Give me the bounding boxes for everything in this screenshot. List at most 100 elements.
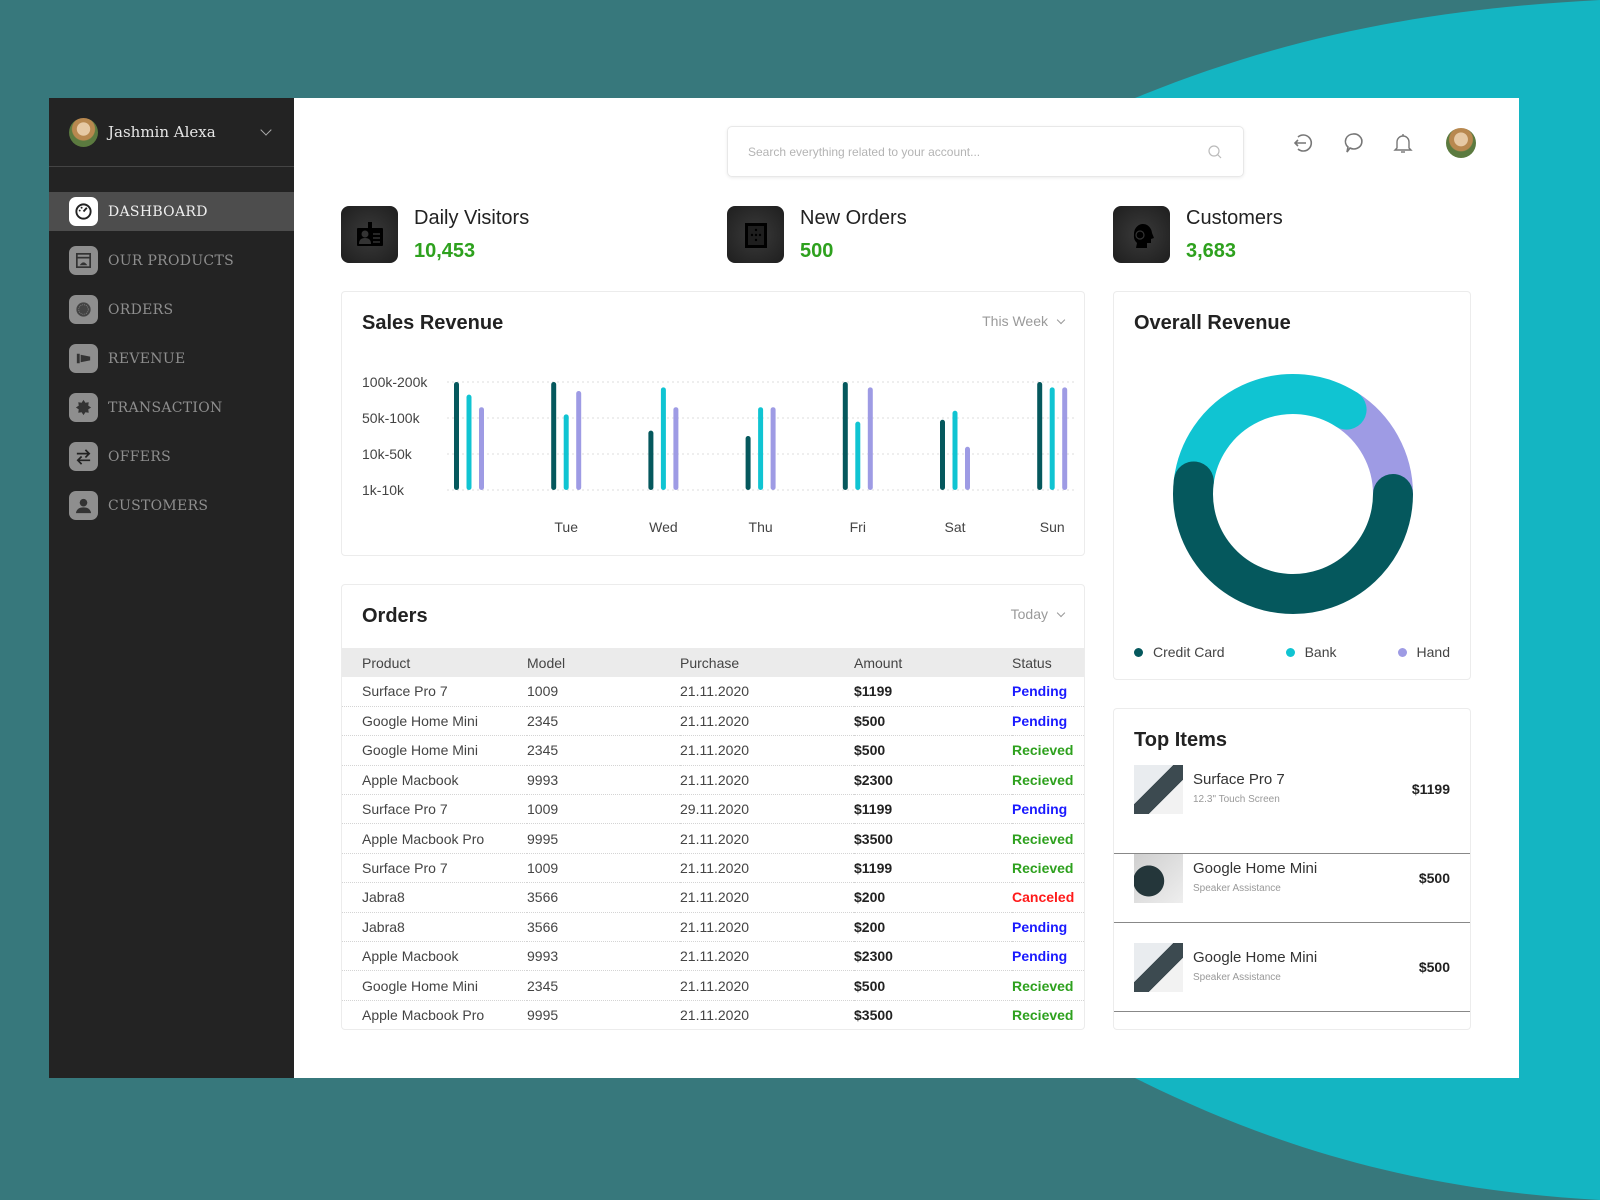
cell-amount: $1199: [854, 794, 1012, 825]
user-avatar[interactable]: [1446, 128, 1476, 158]
column-header-product[interactable]: Product: [342, 648, 527, 677]
cell-status: Recieved: [1012, 853, 1084, 884]
bar-bank[interactable]: [563, 414, 569, 490]
search-input[interactable]: [748, 144, 1207, 159]
cell-model: 9995: [527, 1000, 680, 1029]
sidebar-item-our-products[interactable]: OUR PRODUCTS: [49, 241, 294, 280]
table-row[interactable]: Surface Pro 7 1009 21.11.2020 $1199 Recieved: [342, 853, 1084, 884]
cell-model: 9993: [527, 765, 680, 796]
cell-purchase: 21.11.2020: [680, 823, 854, 854]
revenue-icon: [69, 344, 98, 373]
stat-value: 10,453: [414, 239, 476, 262]
cell-product: Apple Macbook Pro: [342, 823, 527, 854]
cell-model: 3566: [527, 882, 680, 913]
item-name: Google Home Mini: [1193, 949, 1318, 966]
chat-icon[interactable]: [1340, 130, 1366, 156]
bar-credit-card[interactable]: [551, 382, 557, 490]
legend-dot: [1285, 647, 1295, 657]
cell-amount: $500: [854, 970, 1012, 1001]
search-icon[interactable]: [1207, 144, 1223, 160]
bar-bank[interactable]: [758, 407, 764, 490]
stat-label: New Orders: [800, 206, 907, 229]
table-row[interactable]: Jabra8 3566 21.11.2020 $200 Canceled: [342, 882, 1084, 913]
table-row[interactable]: Google Home Mini 2345 21.11.2020 $500 Reciev…: [342, 735, 1084, 766]
cell-model: 9995: [527, 823, 680, 854]
table-row[interactable]: Apple Macbook 9993 21.11.2020 $2300 Recieved: [342, 765, 1084, 796]
sidebar-item-transaction[interactable]: TRANSACTION: [49, 388, 294, 427]
period-dropdown[interactable]: Today: [1011, 606, 1066, 622]
bar-credit-card[interactable]: [842, 382, 848, 490]
table-row[interactable]: Google Home Mini 2345 21.11.2020 $500 Pendin…: [342, 706, 1084, 737]
table-row[interactable]: Surface Pro 7 1009 21.11.2020 $1199 Pending: [342, 677, 1084, 707]
bar-hand[interactable]: [965, 446, 970, 490]
user-menu[interactable]: Jashmin Alexa: [49, 98, 294, 167]
logout-icon[interactable]: [1290, 130, 1316, 156]
bar-hand[interactable]: [479, 407, 484, 490]
cell-amount: $1199: [854, 677, 1012, 707]
item-name: Google Home Mini: [1193, 860, 1318, 877]
overall-revenue-card: Overall Revenue Credit Card Bank Hand: [1113, 291, 1471, 680]
cell-product: Apple Macbook: [342, 765, 527, 796]
dashboard-window: Jashmin Alexa DASHBOARD OUR PRODUCTS ORD…: [49, 98, 1519, 1078]
bar-hand[interactable]: [867, 387, 873, 490]
cell-product: Surface Pro 7: [342, 794, 527, 825]
bar-bank[interactable]: [660, 387, 666, 490]
bell-icon[interactable]: [1390, 130, 1416, 156]
sidebar-item-customers[interactable]: CUSTOMERS: [49, 486, 294, 525]
stat-card-customers: Customers 3,683: [1113, 206, 1283, 263]
cell-amount: $500: [854, 706, 1012, 737]
bar-bank[interactable]: [952, 410, 958, 490]
bar-hand[interactable]: [576, 391, 582, 490]
sidebar-item-dashboard[interactable]: DASHBOARD: [49, 192, 294, 231]
bar-bank[interactable]: [466, 394, 472, 490]
cell-status: Pending: [1012, 677, 1084, 707]
donut-slice-credit-card[interactable]: [1173, 461, 1413, 614]
cell-product: Google Home Mini: [342, 970, 527, 1001]
bar-credit-card[interactable]: [940, 419, 945, 490]
cell-purchase: 21.11.2020: [680, 1000, 854, 1029]
card-title: Orders: [362, 605, 428, 627]
bar-hand[interactable]: [1062, 387, 1068, 490]
header-actions: [1290, 128, 1476, 158]
cell-status: Recieved: [1012, 970, 1084, 1001]
cell-purchase: 21.11.2020: [680, 882, 854, 913]
cell-purchase: 21.11.2020: [680, 853, 854, 884]
order-box-icon: [727, 206, 784, 263]
table-row[interactable]: Surface Pro 7 1009 29.11.2020 $1199 Pending: [342, 794, 1084, 825]
column-header-status[interactable]: Status: [1012, 648, 1084, 677]
bar-credit-card[interactable]: [745, 436, 751, 490]
sidebar-item-label: TRANSACTION: [108, 399, 223, 416]
person-icon: [69, 491, 98, 520]
sidebar-item-offers[interactable]: OFFERS: [49, 437, 294, 476]
table-row[interactable]: Apple Macbook Pro 9995 21.11.2020 $3500 Reci…: [342, 823, 1084, 854]
item-price: $1199: [1411, 781, 1450, 797]
top-item[interactable]: Google Home Mini Speaker Assistance $500: [1114, 834, 1470, 923]
product-thumbnail: [1134, 943, 1183, 992]
cell-purchase: 21.11.2020: [680, 677, 854, 707]
bar-credit-card[interactable]: [454, 382, 459, 490]
bar-hand[interactable]: [673, 407, 679, 490]
column-header-purchase[interactable]: Purchase: [680, 648, 854, 677]
column-header-model[interactable]: Model: [527, 648, 680, 677]
top-item[interactable]: Google Home Mini Speaker Assistance $500: [1114, 923, 1470, 1012]
item-name: Surface Pro 7: [1193, 771, 1285, 788]
cell-status: Pending: [1012, 941, 1084, 972]
bar-credit-card[interactable]: [648, 430, 654, 490]
bar-hand[interactable]: [770, 407, 776, 490]
table-row[interactable]: Apple Macbook Pro 9995 21.11.2020 $3500 Reci…: [342, 1000, 1084, 1029]
chevron-down-icon[interactable]: [260, 124, 272, 136]
sidebar-item-label: REVENUE: [108, 350, 186, 367]
donut-slice-bank[interactable]: [1173, 374, 1367, 502]
cell-amount: $3500: [854, 1000, 1012, 1029]
bar-bank[interactable]: [1049, 387, 1055, 490]
bar-bank[interactable]: [855, 421, 861, 490]
cell-status: Recieved: [1012, 1000, 1084, 1029]
bar-credit-card[interactable]: [1037, 382, 1043, 490]
table-row[interactable]: Jabra8 3566 21.11.2020 $200 Pending: [342, 912, 1084, 943]
table-row[interactable]: Apple Macbook 9993 21.11.2020 $2300 Pending: [342, 941, 1084, 972]
sidebar-item-revenue[interactable]: REVENUE: [49, 339, 294, 378]
column-header-amount[interactable]: Amount: [854, 648, 1012, 677]
stat-card-daily-visitors: Daily Visitors 10,453: [341, 206, 529, 263]
table-row[interactable]: Google Home Mini 2345 21.11.2020 $500 Reciev…: [342, 970, 1084, 1001]
sidebar-item-orders[interactable]: ORDERS: [49, 290, 294, 329]
